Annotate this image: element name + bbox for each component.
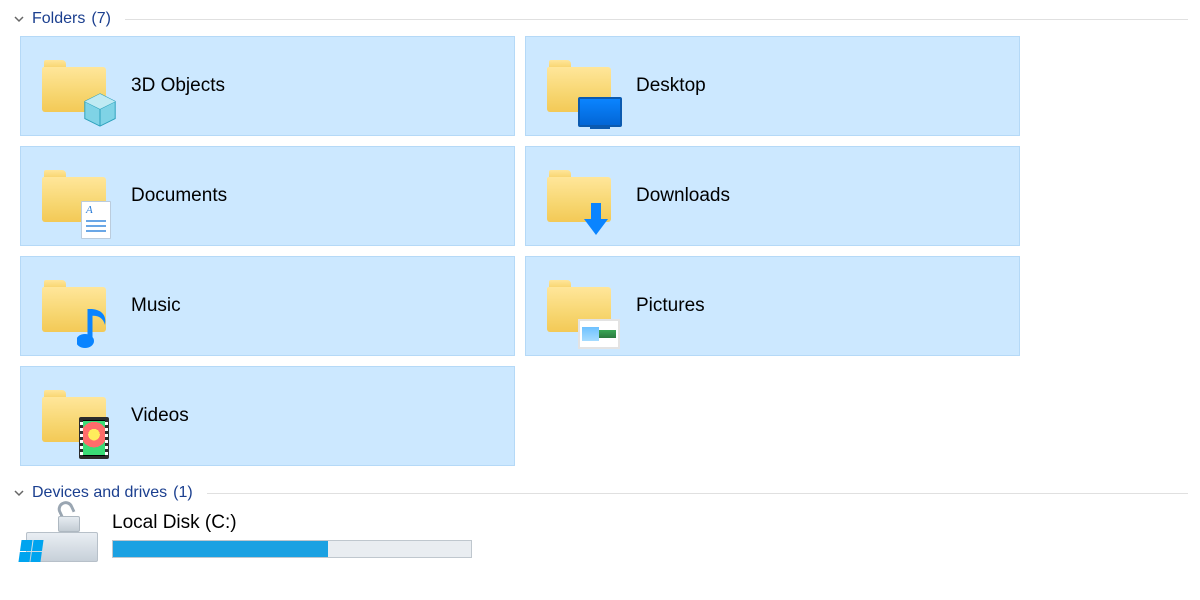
section-count: (7) [91,10,111,28]
monitor-icon [578,97,622,127]
music-note-icon [77,303,111,351]
folder-label: Desktop [636,75,706,97]
folder-documents[interactable]: Documents [20,146,515,246]
folder-icon-desktop [540,47,618,125]
drive-local-disk-c[interactable]: Local Disk (C:) [20,510,1188,562]
document-icon [81,201,111,239]
folder-pictures[interactable]: Pictures [525,256,1020,356]
cube-icon [81,91,119,129]
unlocked-padlock-icon [58,504,80,532]
chevron-down-icon [12,12,26,26]
section-title: Devices and drives [32,484,167,502]
section-header-folders[interactable]: Folders (7) [12,10,1188,28]
section-count: (1) [173,484,193,502]
folder-label: Documents [131,185,227,207]
folder-icon-pictures [540,267,618,345]
section-title: Folders [32,10,85,28]
folder-label: Videos [131,405,189,427]
folder-label: 3D Objects [131,75,225,97]
capacity-bar [112,540,472,558]
windows-logo-icon [18,540,43,562]
drive-label: Local Disk (C:) [112,512,472,534]
folder-icon-3d-objects [35,47,113,125]
folder-icon-videos [35,377,113,455]
folder-desktop[interactable]: Desktop [525,36,1020,136]
folder-icon-documents [35,157,113,235]
drive-icon [20,510,98,562]
chevron-down-icon [12,486,26,500]
divider [207,493,1188,494]
picture-icon [578,319,620,349]
film-icon [79,417,109,459]
capacity-bar-fill [113,541,328,557]
download-arrow-icon [580,201,612,237]
folder-icon-music [35,267,113,345]
folder-videos[interactable]: Videos [20,366,515,466]
folder-downloads[interactable]: Downloads [525,146,1020,246]
divider [125,19,1188,20]
folders-grid: 3D Objects Desktop Documents Dow [20,36,1188,466]
folder-3d-objects[interactable]: 3D Objects [20,36,515,136]
folder-label: Pictures [636,295,705,317]
folder-icon-downloads [540,157,618,235]
drive-info: Local Disk (C:) [112,510,472,558]
folder-label: Music [131,295,181,317]
folder-label: Downloads [636,185,730,207]
section-header-drives[interactable]: Devices and drives (1) [12,484,1188,502]
folder-music[interactable]: Music [20,256,515,356]
